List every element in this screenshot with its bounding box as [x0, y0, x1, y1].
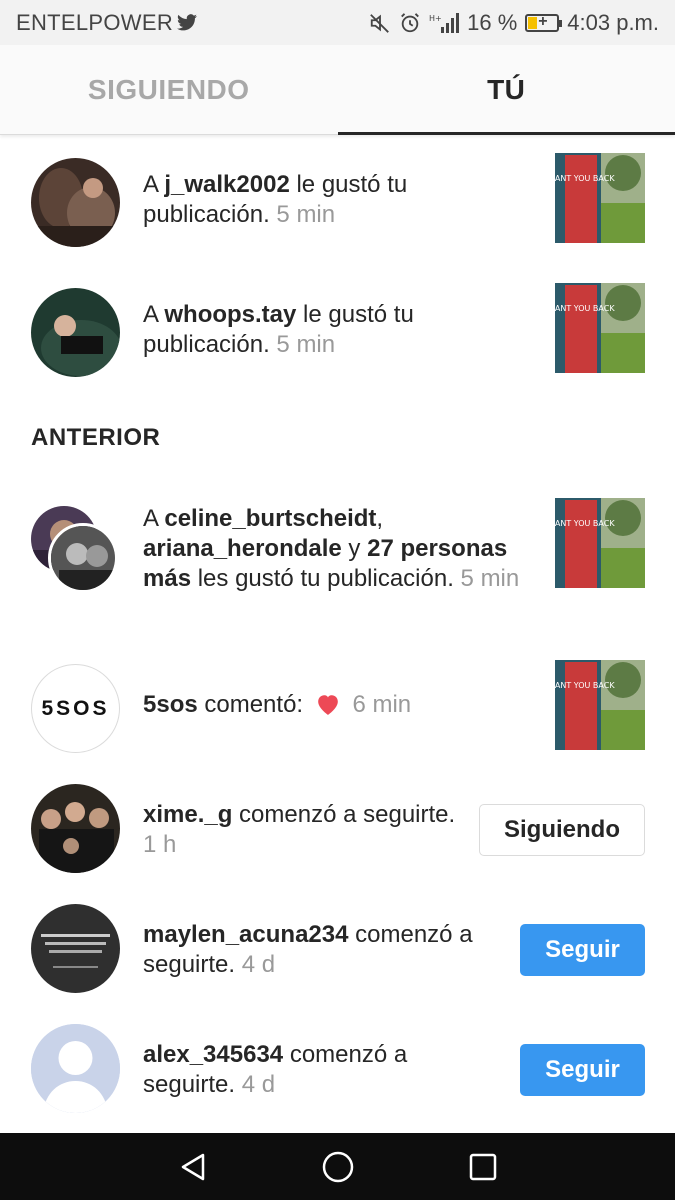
tab-following[interactable]: SIGUIENDO — [0, 45, 338, 134]
notification-text: A whoops.tay le gustó tu publicación. 5 … — [143, 301, 414, 358]
thumbnail-caption: WANT YOU BACK — [555, 681, 615, 690]
thumbnail-caption: WANT YOU BACK — [555, 174, 615, 183]
clock: 4:03 p.m. — [567, 9, 659, 35]
default-avatar-icon[interactable] — [31, 1024, 120, 1113]
notification-text: 5sos comentó: 6 min — [143, 690, 473, 724]
avatar[interactable] — [31, 784, 120, 873]
recents-icon[interactable] — [463, 1147, 503, 1187]
tab-you[interactable]: TÚ — [337, 45, 675, 135]
notification-text: xime._g comenzó a seguirte. 1 h — [143, 801, 456, 858]
avatar[interactable] — [31, 288, 120, 377]
username-link[interactable]: whoops.tay — [164, 301, 296, 328]
follow-button[interactable]: Seguir — [520, 1044, 645, 1096]
thumbnail-caption: WANT YOU BACK — [555, 519, 615, 528]
battery-percent: 16 % — [467, 9, 518, 35]
alarm-icon — [399, 12, 421, 34]
timestamp: 4 d — [241, 951, 276, 978]
avatar[interactable] — [31, 158, 120, 247]
timestamp: 5 min — [276, 331, 336, 358]
avatar[interactable] — [31, 904, 120, 993]
carrier-name: ENTELPOWER — [16, 9, 174, 35]
following-button[interactable]: Siguiendo — [479, 804, 645, 856]
timestamp: 4 d — [241, 1071, 276, 1098]
username-link[interactable]: alex_345634 — [143, 1041, 283, 1068]
status-bar: ENTELPOWER H+ 16 % + 4:03 p.m. — [0, 0, 675, 45]
username-link[interactable]: 5sos — [143, 691, 198, 718]
thumbnail-caption: WANT YOU BACK — [555, 304, 615, 313]
timestamp: 5 min — [276, 201, 336, 228]
mute-icon — [369, 12, 391, 34]
activity-feed[interactable]: A j_walk2002 le gustó tu publicación. 5 … — [0, 136, 675, 1133]
timestamp: 6 min — [352, 691, 412, 718]
post-thumbnail[interactable]: WANT YOU BACK — [555, 498, 645, 588]
activity-tabs: SIGUIENDO TÚ — [0, 45, 675, 135]
notification-text: A j_walk2002 le gustó tu publicación. 5 … — [143, 171, 408, 228]
username-link[interactable]: ariana_herondale — [143, 535, 342, 562]
timestamp: 5 min — [460, 565, 520, 592]
twitter-icon — [177, 14, 198, 31]
notification-text: alex_345634 comenzó a seguirte. 4 d — [143, 1041, 408, 1098]
signal-icon: H+ — [429, 12, 460, 34]
username-link[interactable]: maylen_acuna234 — [143, 921, 348, 948]
post-thumbnail[interactable]: WANT YOU BACK — [555, 283, 645, 373]
avatar — [48, 523, 118, 593]
avatar-stack[interactable] — [31, 506, 121, 596]
post-thumbnail[interactable]: WANT YOU BACK — [555, 153, 645, 243]
back-icon[interactable] — [173, 1147, 213, 1187]
follow-button[interactable]: Seguir — [520, 924, 645, 976]
avatar[interactable]: 5SOS — [31, 664, 120, 753]
notification-text: A celine_burtscheidt, ariana_herondale y… — [143, 505, 520, 592]
username-link[interactable]: xime._g — [143, 801, 232, 828]
section-header: ANTERIOR — [31, 424, 161, 451]
heart-icon — [314, 692, 342, 724]
username-link[interactable]: j_walk2002 — [164, 171, 289, 198]
post-thumbnail[interactable]: WANT YOU BACK — [555, 660, 645, 750]
notification-text: maylen_acuna234 comenzó a seguirte. 4 d — [143, 921, 473, 978]
navigation-bar — [0, 1133, 675, 1200]
svg-text:H+: H+ — [429, 14, 442, 23]
timestamp: 1 h — [143, 831, 177, 858]
username-link[interactable]: celine_burtscheidt — [164, 505, 376, 532]
home-icon[interactable] — [318, 1147, 358, 1187]
battery-icon: + — [525, 13, 563, 32]
